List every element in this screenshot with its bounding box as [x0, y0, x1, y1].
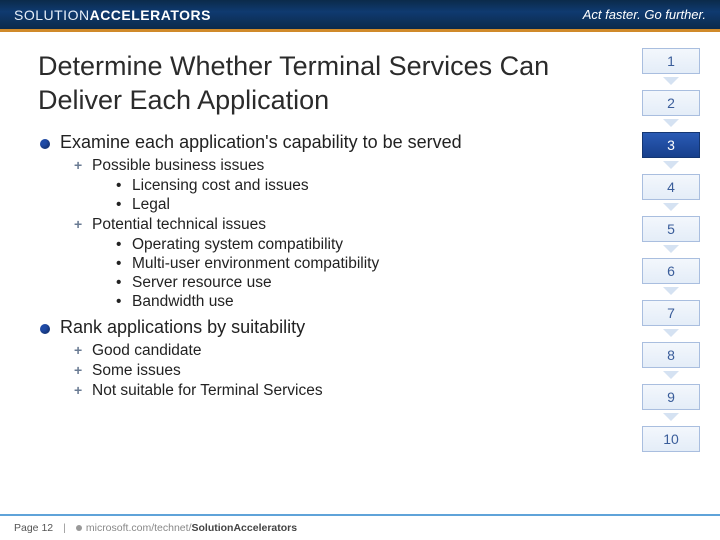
- bullet-lvl2: Not suitable for Terminal Services: [74, 382, 598, 400]
- bullet-lvl3: Multi-user environment compatibility: [116, 255, 598, 273]
- bullet-text: Operating system compatibility: [132, 236, 343, 253]
- bullet-text: Good candidate: [92, 342, 201, 359]
- bullet-lvl1: Rank applications by suitability Good ca…: [38, 317, 598, 400]
- bullet-lvl3: Legal: [116, 196, 598, 214]
- footer-url-bold: SolutionAccelerators: [191, 522, 297, 534]
- bullet-text: Bandwidth use: [132, 293, 234, 310]
- content: Examine each application's capability to…: [38, 132, 598, 400]
- bullet-text: Legal: [132, 196, 170, 213]
- bullet-lvl3: Bandwidth use: [116, 293, 598, 311]
- step-indicator: 1 2 3 4 5 6 7 8 9 10: [642, 48, 700, 468]
- tagline: Act faster. Go further.: [583, 7, 706, 22]
- step-box-3: 3: [642, 132, 700, 158]
- slide-body: Determine Whether Terminal Services Can …: [0, 32, 720, 514]
- step-box-5: 5: [642, 216, 700, 242]
- bullet-text: Examine each application's capability to…: [60, 132, 462, 152]
- bullet-text: Multi-user environment compatibility: [132, 255, 379, 272]
- bullet-lvl3: Operating system compatibility: [116, 236, 598, 254]
- footer-bar: Page 12 | microsoft.com/technet/Solution…: [0, 514, 720, 540]
- separator: |: [63, 522, 66, 534]
- step-box-8: 8: [642, 342, 700, 368]
- step-box-7: 7: [642, 300, 700, 326]
- bullet-lvl2: Potential technical issues Operating sys…: [74, 216, 598, 311]
- bullet-text: Some issues: [92, 362, 181, 379]
- bullet-lvl2: Good candidate: [74, 342, 598, 360]
- bullet-text: Licensing cost and issues: [132, 177, 309, 194]
- bullet-text: Rank applications by suitability: [60, 317, 305, 337]
- bullet-text: Possible business issues: [92, 157, 264, 174]
- bullet-text: Not suitable for Terminal Services: [92, 382, 323, 399]
- brand-light: SOLUTION: [14, 7, 90, 23]
- step-box-1: 1: [642, 48, 700, 74]
- step-box-4: 4: [642, 174, 700, 200]
- page-number: Page 12: [14, 522, 53, 534]
- logo-dot-icon: [76, 525, 82, 531]
- header-bar: SOLUTIONACCELERATORS Act faster. Go furt…: [0, 0, 720, 32]
- bullet-lvl3: Server resource use: [116, 274, 598, 292]
- step-box-10: 10: [642, 426, 700, 452]
- footer-url-light: microsoft.com/technet/: [86, 522, 192, 534]
- step-box-2: 2: [642, 90, 700, 116]
- brand-bold: ACCELERATORS: [90, 7, 211, 23]
- bullet-text: Potential technical issues: [92, 216, 266, 233]
- step-box-6: 6: [642, 258, 700, 284]
- bullet-lvl3: Licensing cost and issues: [116, 177, 598, 195]
- bullet-lvl2: Some issues: [74, 362, 598, 380]
- slide-title: Determine Whether Terminal Services Can …: [38, 50, 598, 118]
- bullet-lvl2: Possible business issues Licensing cost …: [74, 157, 598, 214]
- step-box-9: 9: [642, 384, 700, 410]
- bullet-text: Server resource use: [132, 274, 272, 291]
- bullet-lvl1: Examine each application's capability to…: [38, 132, 598, 311]
- brand: SOLUTIONACCELERATORS: [14, 7, 211, 23]
